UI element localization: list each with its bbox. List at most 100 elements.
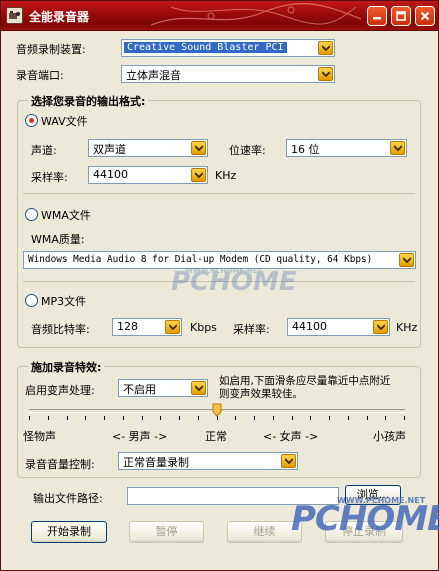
wma-quality-value: Windows Media Audio 8 for Dial-up Modem … — [28, 254, 373, 265]
wma-label[interactable]: WMA文件 — [41, 207, 91, 223]
wav-bitrate-select[interactable]: 16 位 — [286, 139, 407, 157]
chevron-down-icon — [195, 172, 203, 179]
chevron-down-icon — [322, 71, 330, 78]
volume-dropdown-button[interactable] — [281, 454, 296, 468]
mp3-radio[interactable] — [25, 294, 38, 307]
slider-tick — [48, 416, 49, 420]
channel-value: 双声道 — [93, 143, 126, 156]
device-value: Creative Sound Blaster PCI — [124, 42, 287, 53]
port-dropdown-button[interactable] — [318, 67, 333, 81]
watermark-brand-corner: PCHOME — [291, 499, 439, 539]
mp3-samplerate-value: 44100 — [292, 320, 327, 333]
volume-select[interactable]: 正常音量录制 — [118, 452, 298, 470]
voice-dropdown-button[interactable] — [191, 381, 206, 395]
channel-select[interactable]: 双声道 — [88, 139, 208, 157]
wma-quality-dropdown-button[interactable] — [399, 253, 414, 267]
maximize-button[interactable] — [391, 6, 411, 26]
maximize-icon — [396, 11, 406, 21]
window-title: 全能录音器 — [29, 10, 90, 24]
device-dropdown-button[interactable] — [318, 41, 333, 55]
mp3-samplerate-unit: KHz — [396, 321, 418, 334]
mp3-label[interactable]: MP3文件 — [41, 293, 86, 309]
chevron-down-icon — [403, 257, 411, 264]
output-format-title: 选择您录音的输出格式: — [28, 93, 149, 109]
volume-value: 正常音量录制 — [123, 456, 189, 469]
wav-bitrate-dropdown-button[interactable] — [390, 141, 405, 155]
wav-radio[interactable] — [25, 114, 38, 127]
watermark-url-corner: WWW.PCHOME.NET — [337, 496, 426, 505]
slider-tick — [367, 416, 368, 420]
slider-label-female: <- 女声 -> — [263, 430, 319, 443]
slider-tick — [235, 416, 236, 420]
device-select[interactable]: Creative Sound Blaster PCI — [121, 39, 335, 57]
slider-tick — [273, 416, 274, 420]
wma-quality-label: WMA质量: — [31, 233, 85, 246]
output-format-group — [17, 100, 421, 348]
mp3-bitrate-select[interactable]: 128 — [112, 318, 182, 336]
slider-tick — [348, 416, 349, 420]
slider-tick — [292, 416, 293, 420]
slider-tick — [142, 416, 143, 420]
chevron-down-icon — [394, 145, 402, 152]
close-button[interactable] — [415, 6, 435, 26]
voice-label: 启用变声处理: — [25, 384, 95, 397]
wav-samplerate-value: 44100 — [93, 168, 128, 181]
mp3-bitrate-label: 音频比特率: — [31, 323, 90, 336]
mp3-bitrate-value: 128 — [117, 320, 138, 333]
close-icon — [420, 11, 430, 21]
voice-select[interactable]: 不启用 — [118, 379, 208, 397]
slider-tick — [160, 416, 161, 420]
slider-thumb[interactable] — [212, 403, 222, 417]
pause-button[interactable]: 暂停 — [129, 521, 204, 543]
slider-tick — [198, 416, 199, 420]
channel-label: 声道: — [31, 144, 57, 157]
minimize-button[interactable] — [367, 6, 387, 26]
voice-note: 如启用,下面滑条应尽量靠近中点附近则变声效果较佳。 — [219, 375, 391, 400]
volume-label: 录音音量控制: — [25, 458, 95, 471]
chevron-down-icon — [195, 385, 203, 392]
wav-samplerate-unit: KHz — [215, 169, 237, 182]
chevron-down-icon — [377, 324, 385, 331]
mp3-bitrate-dropdown-button[interactable] — [165, 320, 180, 334]
slider-tick — [123, 416, 124, 420]
wav-samplerate-label: 采样率: — [31, 171, 68, 184]
mp3-samplerate-dropdown-button[interactable] — [373, 320, 388, 334]
app-icon — [6, 7, 23, 24]
slider-tick — [85, 416, 86, 420]
start-record-button[interactable]: 开始录制 — [31, 521, 107, 543]
mp3-samplerate-select[interactable]: 44100 — [287, 318, 390, 336]
slider-tick — [385, 416, 386, 420]
chevron-down-icon — [169, 324, 177, 331]
device-label: 音频录制装置: — [16, 43, 86, 56]
slider-label-normal: 正常 — [205, 430, 227, 443]
slider-tick — [254, 416, 255, 420]
wav-bitrate-label: 位速率: — [229, 144, 266, 157]
slider-tick — [104, 416, 105, 420]
watermark-url: WWW.PCHOME.NET — [185, 267, 263, 275]
wma-radio[interactable] — [25, 208, 38, 221]
slider-label-male: <- 男声 -> — [112, 430, 168, 443]
voice-slider[interactable] — [29, 403, 405, 423]
port-select[interactable]: 立体声混音 — [121, 65, 335, 83]
channel-dropdown-button[interactable] — [191, 141, 206, 155]
wav-samplerate-select[interactable]: 44100 — [88, 166, 208, 184]
mp3-bitrate-unit: Kbps — [190, 321, 217, 334]
wav-bitrate-value: 16 位 — [291, 143, 320, 156]
slider-tick — [404, 416, 405, 420]
port-value: 立体声混音 — [126, 69, 181, 82]
title-bar[interactable]: 全能录音器 — [1, 1, 438, 31]
wav-separator — [23, 193, 415, 194]
wav-label[interactable]: WAV文件 — [41, 113, 88, 129]
chevron-down-icon — [195, 145, 203, 152]
minimize-icon — [373, 17, 381, 20]
slider-label-monster: 怪物声 — [23, 430, 56, 443]
slider-tick — [179, 416, 180, 420]
app-window: 全能录音器 音频录制装置: Creative Sound Blaster PCI… — [0, 0, 439, 571]
slider-tick — [29, 416, 30, 420]
port-label: 录音端口: — [16, 69, 64, 82]
slider-tick — [67, 416, 68, 420]
chevron-down-icon — [322, 45, 330, 52]
wav-samplerate-dropdown-button[interactable] — [191, 168, 206, 182]
voice-value: 不启用 — [123, 383, 156, 396]
slider-tick — [310, 416, 311, 420]
